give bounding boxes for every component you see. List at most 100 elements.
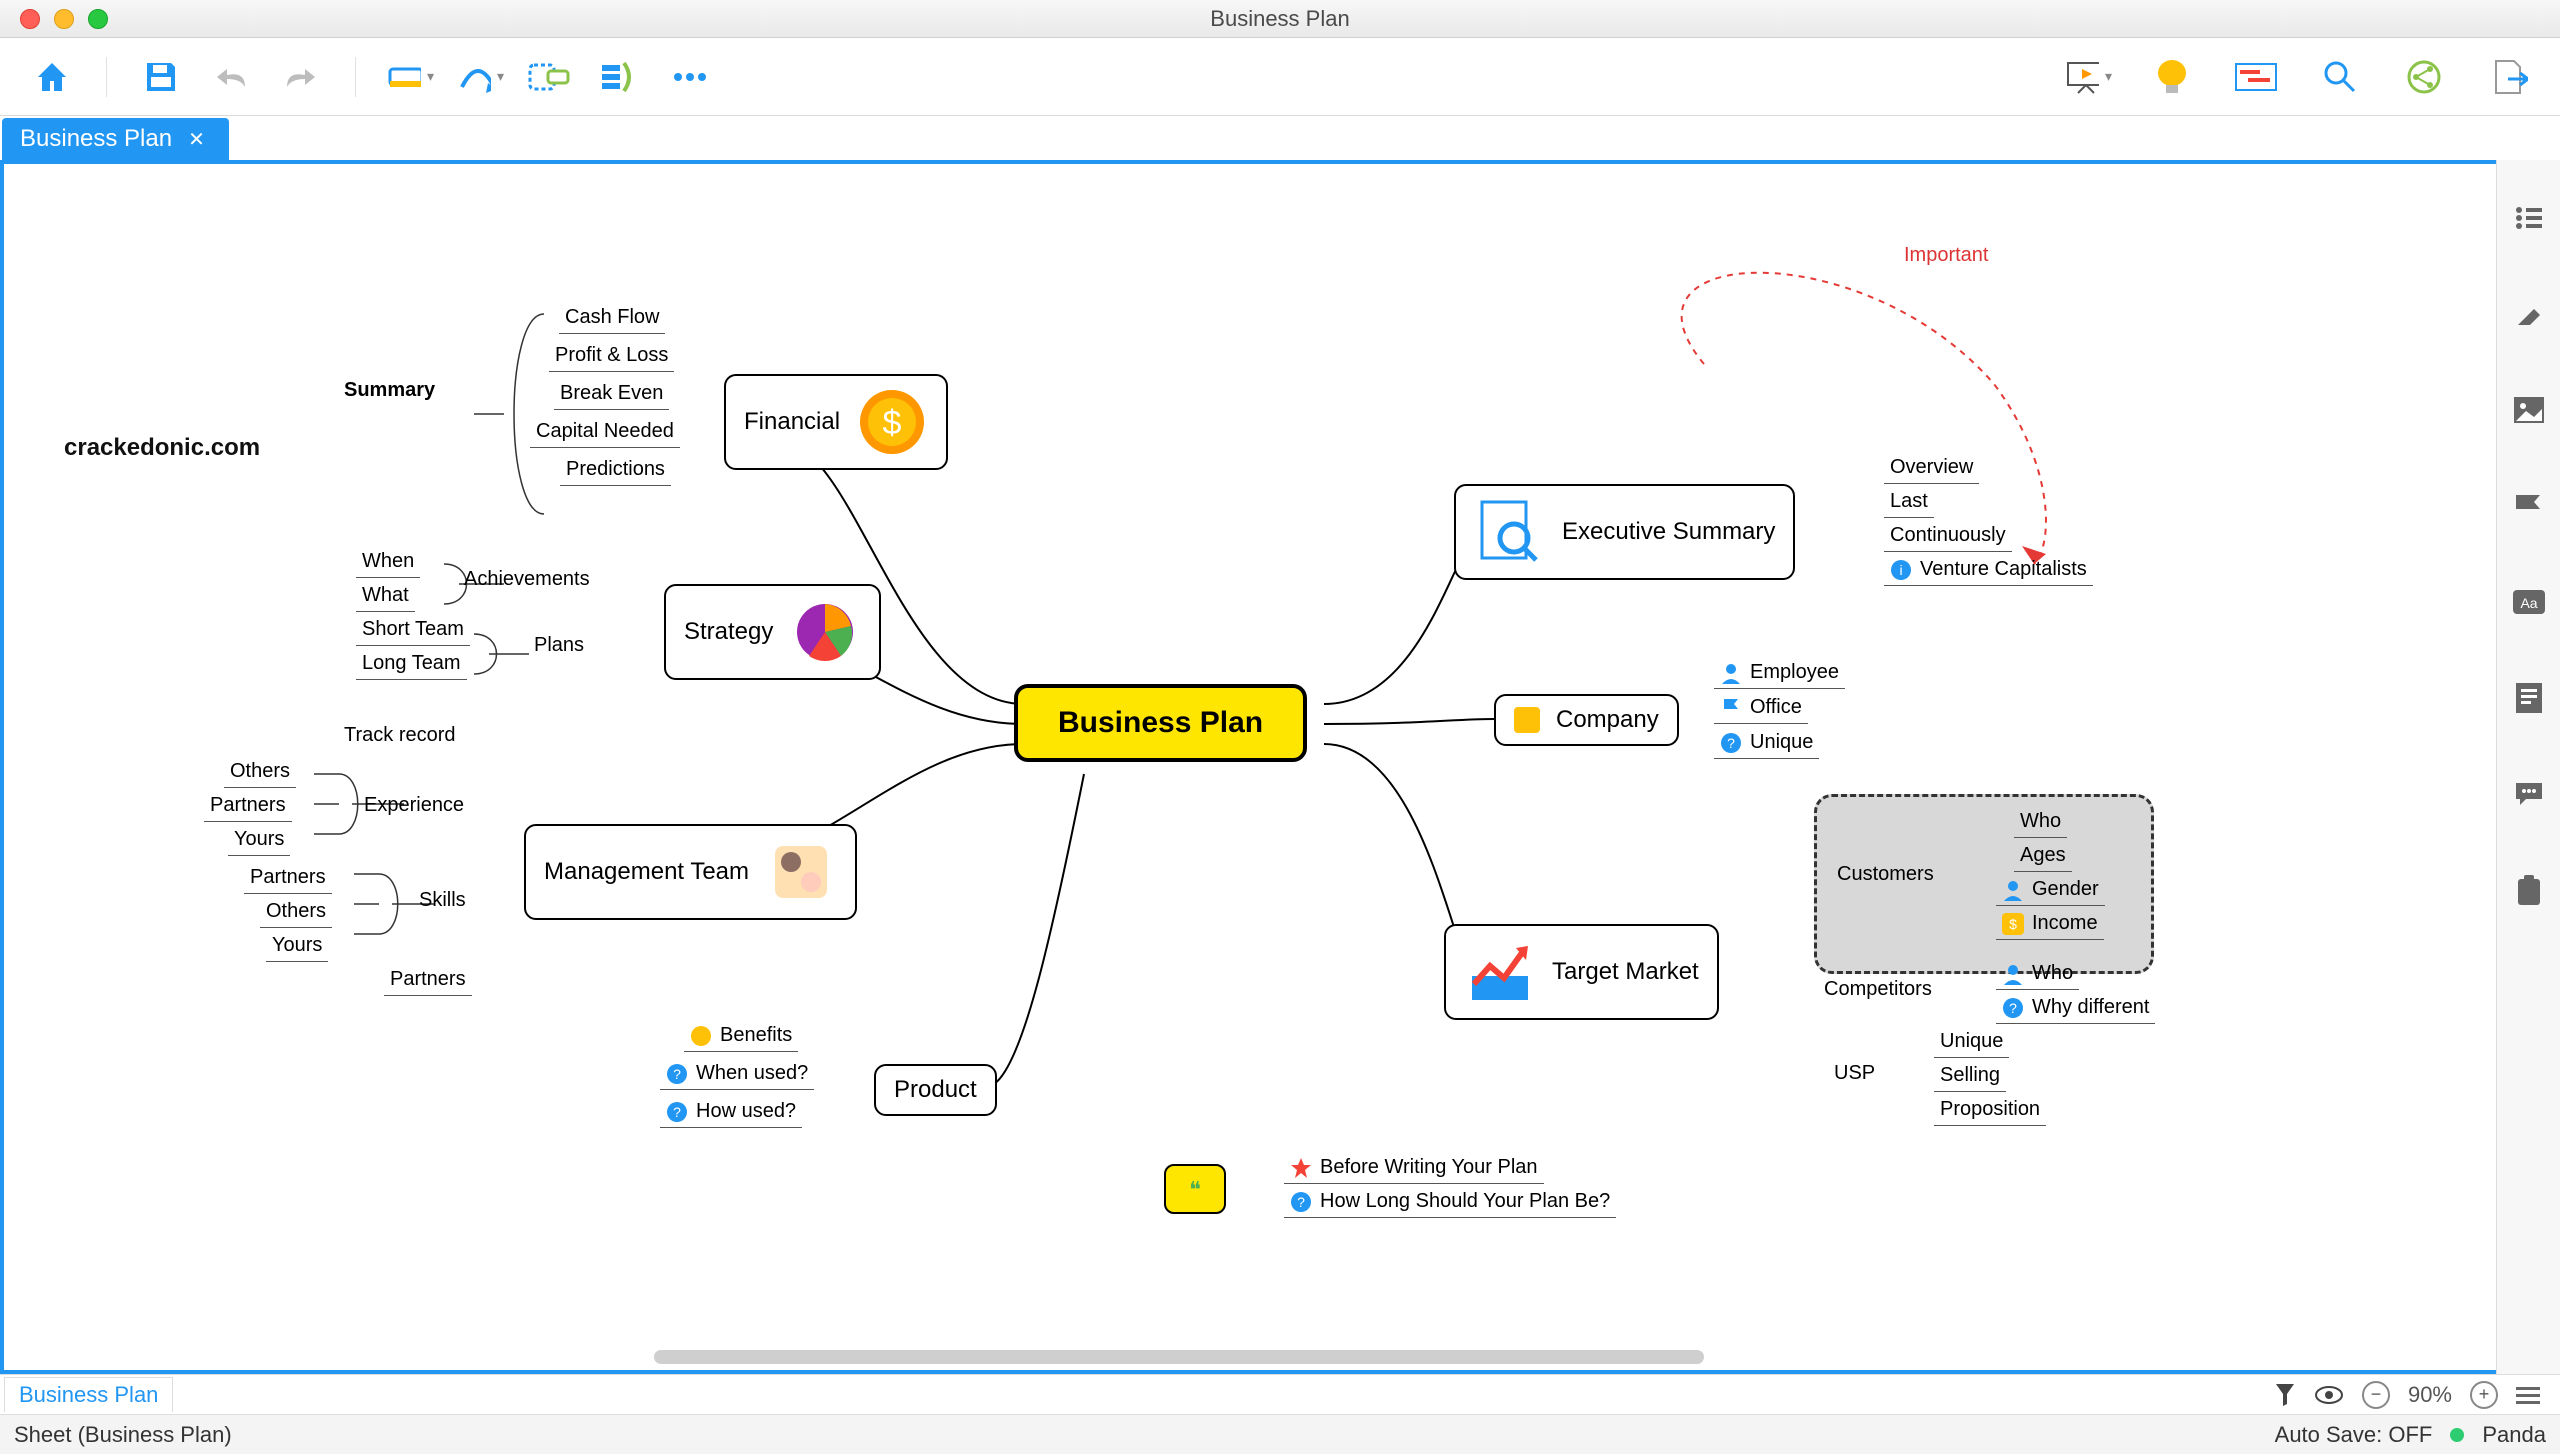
question-icon: ? bbox=[1720, 732, 1742, 754]
filter-icon[interactable] bbox=[2274, 1382, 2296, 1408]
notes-panel-icon[interactable] bbox=[2511, 680, 2547, 716]
trend-icon bbox=[1464, 936, 1536, 1008]
mindmap-canvas[interactable]: crackedonic.com Important Business Plan … bbox=[0, 160, 2560, 1374]
presentation-button[interactable]: ▾ bbox=[2064, 53, 2112, 101]
sheet-tabs: Business Plan − 90% + bbox=[0, 1374, 2560, 1414]
sub-item[interactable]: Yours bbox=[228, 826, 290, 856]
zoom-in-button[interactable]: + bbox=[2470, 1381, 2498, 1409]
summary-button[interactable] bbox=[596, 53, 644, 101]
redo-button[interactable] bbox=[277, 53, 325, 101]
topic-financial[interactable]: Financial $ bbox=[724, 374, 948, 470]
sub-item[interactable]: ?How Long Should Your Plan Be? bbox=[1284, 1188, 1616, 1218]
gantt-button[interactable] bbox=[2232, 53, 2280, 101]
sub-item[interactable]: Long Team bbox=[356, 650, 467, 680]
central-topic[interactable]: Business Plan bbox=[1014, 684, 1307, 762]
sub-item[interactable]: When bbox=[356, 548, 420, 578]
sub-item[interactable]: Predictions bbox=[560, 456, 671, 486]
sub-item[interactable]: Yours bbox=[266, 932, 328, 962]
sub-item[interactable]: Overview bbox=[1884, 454, 1979, 484]
sub-item[interactable]: Selling bbox=[1934, 1062, 2006, 1092]
zoom-level: 90% bbox=[2408, 1382, 2452, 1408]
image-panel-icon[interactable] bbox=[2511, 392, 2547, 428]
export-button[interactable] bbox=[2484, 53, 2532, 101]
topic-label: Company bbox=[1556, 706, 1659, 734]
sub-item[interactable]: Partners bbox=[384, 966, 472, 996]
topic-exec-summary[interactable]: Executive Summary bbox=[1454, 484, 1795, 580]
markers-panel-icon[interactable] bbox=[2511, 488, 2547, 524]
sub-item[interactable]: Gender bbox=[1996, 876, 2105, 906]
topic-label: Financial bbox=[744, 408, 840, 436]
sub-item[interactable]: Before Writing Your Plan bbox=[1284, 1154, 1544, 1184]
horizontal-scrollbar[interactable] bbox=[654, 1350, 1704, 1364]
sub-item[interactable]: Partners bbox=[244, 864, 332, 894]
sub-item[interactable]: Others bbox=[260, 898, 332, 928]
tab-business-plan[interactable]: Business Plan ✕ bbox=[2, 118, 229, 160]
floating-topic[interactable]: ❝ bbox=[1164, 1164, 1226, 1214]
status-autosave: Auto Save: OFF bbox=[2275, 1422, 2433, 1448]
topic-product[interactable]: Product bbox=[874, 1064, 997, 1116]
eye-icon[interactable] bbox=[2314, 1385, 2344, 1405]
right-panel: Aa bbox=[2496, 160, 2560, 1374]
menu-icon[interactable] bbox=[2516, 1385, 2540, 1405]
sub-item[interactable]: Ages bbox=[2014, 842, 2072, 872]
sub-item[interactable]: Last bbox=[1884, 488, 1934, 518]
sub-item[interactable]: Capital Needed bbox=[530, 418, 680, 448]
close-tab-icon[interactable]: ✕ bbox=[188, 127, 205, 152]
task-panel-icon[interactable] bbox=[2511, 872, 2547, 908]
sub-item[interactable]: ?Unique bbox=[1714, 729, 1819, 759]
sub-item[interactable]: Continuously bbox=[1884, 522, 2012, 552]
sub-item[interactable]: Office bbox=[1714, 694, 1808, 724]
sub-item[interactable]: Partners bbox=[204, 792, 292, 822]
money-icon: $ bbox=[2002, 913, 2024, 935]
sub-item[interactable]: Cash Flow bbox=[559, 304, 665, 334]
comments-panel-icon[interactable] bbox=[2511, 776, 2547, 812]
search-button[interactable] bbox=[2316, 53, 2364, 101]
sub-item[interactable]: ?When used? bbox=[660, 1060, 814, 1090]
sub-item[interactable]: Others bbox=[224, 758, 296, 788]
svg-text:?: ? bbox=[673, 1104, 681, 1120]
question-icon: ? bbox=[1290, 1191, 1312, 1213]
home-button[interactable] bbox=[28, 53, 76, 101]
sheet-tab[interactable]: Business Plan bbox=[4, 1377, 173, 1412]
sub-item[interactable]: Profit & Loss bbox=[549, 342, 674, 372]
undo-button[interactable] bbox=[207, 53, 255, 101]
status-sheet: Sheet (Business Plan) bbox=[14, 1422, 232, 1448]
font-panel-icon[interactable]: Aa bbox=[2511, 584, 2547, 620]
sub-item[interactable]: iVenture Capitalists bbox=[1884, 556, 2093, 586]
topic-target-market[interactable]: Target Market bbox=[1444, 924, 1719, 1020]
svg-text:?: ? bbox=[673, 1066, 681, 1082]
sub-item[interactable]: $Income bbox=[1996, 910, 2104, 940]
topic-button[interactable]: ▾ bbox=[386, 53, 434, 101]
sub-item[interactable]: Short Team bbox=[356, 616, 470, 646]
brainstorm-button[interactable] bbox=[2148, 53, 2196, 101]
question-icon: ? bbox=[666, 1101, 688, 1123]
zoom-out-button[interactable]: − bbox=[2362, 1381, 2390, 1409]
topic-company[interactable]: Company bbox=[1494, 694, 1679, 746]
topic-management[interactable]: Management Team bbox=[524, 824, 857, 920]
piechart-icon bbox=[789, 596, 861, 668]
svg-text:Aa: Aa bbox=[2520, 595, 2537, 611]
save-button[interactable] bbox=[137, 53, 185, 101]
share-button[interactable] bbox=[2400, 53, 2448, 101]
more-button[interactable] bbox=[666, 53, 714, 101]
person-icon bbox=[2002, 963, 2024, 985]
sub-item[interactable]: Unique bbox=[1934, 1028, 2009, 1058]
svg-text:?: ? bbox=[1297, 1194, 1305, 1210]
boundary-button[interactable] bbox=[526, 53, 574, 101]
sub-item[interactable]: What bbox=[356, 582, 415, 612]
info-icon: i bbox=[1890, 559, 1912, 581]
format-panel-icon[interactable] bbox=[2511, 296, 2547, 332]
sub-item[interactable]: Who bbox=[1996, 960, 2079, 990]
sub-item[interactable]: ?How used? bbox=[660, 1098, 802, 1128]
relationship-button[interactable]: ▾ bbox=[456, 53, 504, 101]
hands-icon bbox=[765, 836, 837, 908]
sub-item[interactable]: Who bbox=[2014, 808, 2067, 838]
topic-label: Management Team bbox=[544, 858, 749, 886]
sub-item[interactable]: ?Why different bbox=[1996, 994, 2155, 1024]
sub-item[interactable]: Benefits bbox=[684, 1022, 798, 1052]
sub-item[interactable]: Employee bbox=[1714, 659, 1845, 689]
sub-item[interactable]: Proposition bbox=[1934, 1096, 2046, 1126]
sub-item[interactable]: Break Even bbox=[554, 380, 669, 410]
topic-strategy[interactable]: Strategy bbox=[664, 584, 881, 680]
outline-panel-icon[interactable] bbox=[2511, 200, 2547, 236]
